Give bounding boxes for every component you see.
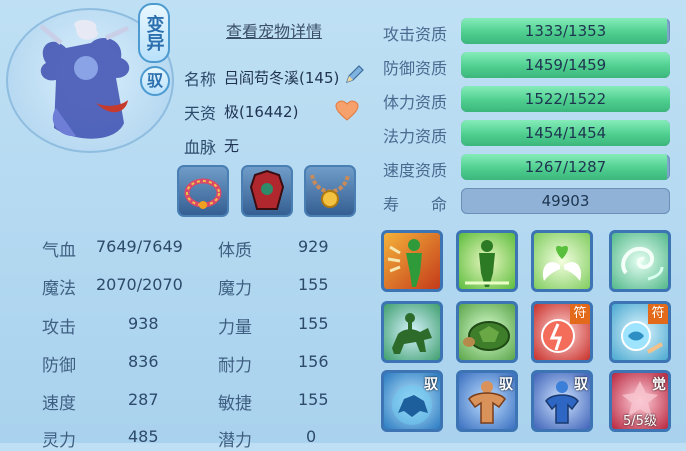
stat-value-speed: 287: [128, 390, 159, 409]
stat-label-spirit: 灵力: [42, 431, 76, 451]
bloodline-label: 血脉: [184, 138, 217, 157]
tamed-tag: 驭: [574, 377, 588, 393]
stamina-aptitude-value: 1522/1522: [524, 90, 607, 108]
stat-value-defense: 836: [128, 352, 159, 371]
name-label: 名称: [184, 70, 217, 89]
stat-value-strength: 155: [298, 314, 329, 333]
stat-label-hp: 气血: [42, 241, 76, 261]
stat-value-attack: 938: [128, 314, 159, 333]
attack-aptitude-value: 1333/1353: [524, 22, 607, 40]
stat-value-agility: 155: [298, 390, 329, 409]
wind-swirl-skill-icon: [621, 246, 664, 281]
stat-label-defense: 防御: [42, 356, 76, 376]
stat-value-magic: 155: [298, 275, 329, 294]
edit-name-icon[interactable]: [343, 64, 365, 86]
turtle-shell-skill-icon: [463, 321, 510, 351]
stat-label-agility: 敏捷: [218, 394, 252, 414]
lifespan-value: 49903: [461, 188, 670, 214]
stat-value-potential: 0: [306, 427, 317, 446]
talisman-badge: 符: [648, 304, 668, 324]
attack-aptitude-bar: 1333/1353: [461, 18, 670, 44]
stat-label-speed: 速度: [42, 394, 76, 414]
defense-aptitude-label: 防御资质: [383, 59, 448, 78]
skill-slot[interactable]: 驭: [381, 370, 443, 432]
talisman-badge: 符: [570, 304, 590, 324]
skill-slot[interactable]: 驭: [531, 370, 593, 432]
equipment-slot-bracelet[interactable]: [177, 165, 229, 217]
pet-name-value: 吕阎苟冬溪(145): [224, 69, 340, 87]
stat-label-strength: 力量: [218, 318, 252, 338]
magic-aptitude-value: 1454/1454: [524, 124, 607, 142]
defense-aptitude-bar: 1459/1459: [461, 52, 670, 78]
skill-slot[interactable]: [381, 230, 443, 292]
skill-slot[interactable]: [456, 301, 518, 363]
tamed-tag: 驭: [424, 377, 438, 393]
equipment-slot-armor[interactable]: [241, 165, 293, 217]
stat-value-endurance: 156: [298, 352, 329, 371]
necklace-icon: [310, 174, 350, 208]
horseman-skill-icon: [392, 313, 432, 354]
magic-aptitude-label: 法力资质: [383, 127, 448, 146]
heart-wings-skill-icon: [542, 245, 582, 281]
stat-label-mp: 魔法: [42, 279, 76, 299]
regeneration-skill-icon: [465, 240, 509, 287]
talent-label: 天资: [184, 104, 217, 123]
speed-aptitude-label: 速度资质: [383, 161, 448, 180]
bracelet-icon: [184, 178, 222, 209]
stat-value-constitution: 929: [298, 237, 329, 256]
speed-aptitude-bar: 1267/1287: [461, 154, 670, 180]
stat-label-endurance: 耐力: [218, 356, 252, 376]
tamed-tag: 驭: [499, 377, 513, 393]
armor-icon: [249, 169, 285, 210]
skill-slot[interactable]: 符: [609, 301, 671, 363]
attack-aptitude-label: 攻击资质: [383, 25, 448, 44]
skill-slot[interactable]: [381, 301, 443, 363]
defense-aptitude-value: 1459/1459: [524, 56, 607, 74]
skill-slot[interactable]: [456, 230, 518, 292]
tamed-badge: 驭: [140, 66, 170, 96]
view-pet-details-link[interactable]: 查看宠物详情: [226, 18, 322, 42]
variant-badge: 变异: [138, 3, 170, 63]
bloodline-value: 无: [224, 137, 240, 155]
lifespan-label: 寿 命: [383, 195, 448, 214]
speed-aptitude-value: 1267/1287: [524, 158, 607, 176]
stat-value-spirit: 485: [128, 427, 159, 446]
awaken-tag: 觉: [652, 377, 666, 393]
talent-value: 极(16442): [224, 103, 299, 121]
stat-label-magic: 魔力: [218, 279, 252, 299]
stamina-aptitude-label: 体力资质: [383, 93, 448, 112]
skill-slot[interactable]: [609, 230, 671, 292]
strength-buff-skill-icon: [387, 239, 422, 287]
skill-slot[interactable]: 驭: [456, 370, 518, 432]
equipment-slot-necklace[interactable]: [304, 165, 356, 217]
skill-slot[interactable]: 觉 5/5级: [609, 370, 671, 432]
stat-value-hp: 7649/7649: [96, 237, 183, 256]
stat-label-attack: 攻击: [42, 318, 76, 338]
skill-level-badge: 5/5级: [623, 414, 657, 429]
stat-label-constitution: 体质: [218, 241, 252, 261]
stamina-aptitude-bar: 1522/1522: [461, 86, 670, 112]
magic-aptitude-bar: 1454/1454: [461, 120, 670, 146]
heart-icon[interactable]: [335, 100, 359, 122]
stat-value-mp: 2070/2070: [96, 275, 183, 294]
skill-slot[interactable]: 符: [531, 301, 593, 363]
stat-label-potential: 潜力: [218, 431, 252, 451]
skill-slot[interactable]: [531, 230, 593, 292]
